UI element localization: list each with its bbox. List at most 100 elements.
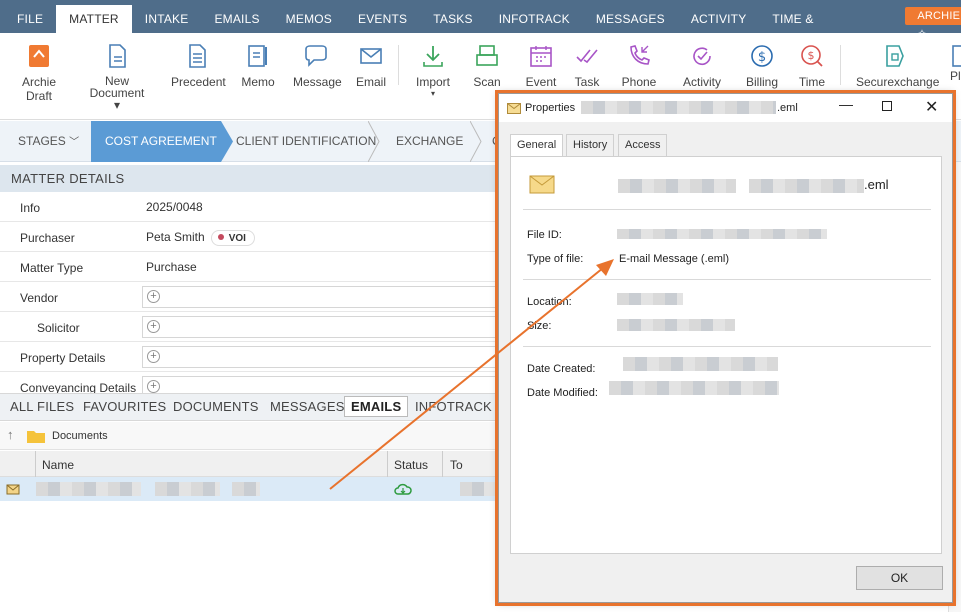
memo-button[interactable]: Memo bbox=[240, 43, 276, 89]
menu-activity[interactable]: ACTIVITY bbox=[678, 0, 760, 33]
info-row: Info 2025/0048 bbox=[0, 192, 500, 222]
vendor-field[interactable]: + bbox=[142, 286, 502, 308]
folder-icon bbox=[27, 431, 45, 443]
tab-history[interactable]: History bbox=[566, 134, 615, 156]
securexchange-icon bbox=[886, 45, 904, 67]
billing-button[interactable]: $ Billing bbox=[746, 43, 778, 89]
dialog-titlebar: Properties .eml — ✕ bbox=[499, 94, 952, 122]
time-money-icon: $ bbox=[801, 45, 823, 67]
menu-matter[interactable]: MATTER bbox=[56, 5, 132, 33]
menu-emails[interactable]: EMAILS bbox=[201, 0, 272, 33]
maximize-icon[interactable] bbox=[882, 101, 892, 111]
menu-messages[interactable]: MESSAGES bbox=[583, 0, 678, 33]
ribbon-separator bbox=[398, 45, 399, 85]
table-row[interactable] bbox=[0, 477, 500, 501]
calendar-icon bbox=[530, 46, 552, 67]
time-button[interactable]: $ Time bbox=[798, 43, 826, 89]
email-message-icon bbox=[529, 175, 555, 194]
ribbon-overflow-button[interactable]: Pl bbox=[950, 43, 961, 83]
redacted-file-id bbox=[617, 229, 827, 239]
menu-tasks[interactable]: TASKS bbox=[420, 0, 485, 33]
add-icon[interactable]: + bbox=[147, 380, 160, 393]
menu-events[interactable]: EVENTS bbox=[345, 0, 420, 33]
conveyancing-details-field[interactable]: + bbox=[142, 376, 500, 393]
scan-icon bbox=[476, 45, 498, 66]
column-divider bbox=[442, 451, 443, 477]
solicitor-field[interactable]: + bbox=[142, 316, 502, 338]
archie-button[interactable]: ARCHIE ✧ bbox=[905, 7, 961, 40]
matter-type-row: Matter Type Purchase bbox=[0, 252, 500, 282]
phone-button[interactable]: Phone bbox=[620, 43, 658, 89]
ok-button[interactable]: OK bbox=[856, 566, 943, 590]
file-tabs: ALL FILES FAVOURITES DOCUMENTS MESSAGES … bbox=[0, 393, 500, 421]
add-icon[interactable]: + bbox=[147, 350, 160, 363]
stage-cost-agreement[interactable]: COST AGREEMENT bbox=[91, 121, 221, 162]
import-button[interactable]: Import ▾ bbox=[414, 43, 452, 99]
tab-documents[interactable]: DOCUMENTS bbox=[173, 399, 259, 414]
column-name[interactable]: Name bbox=[42, 458, 74, 472]
stages-dropdown[interactable]: STAGES ﹀ bbox=[18, 121, 79, 162]
menu-file[interactable]: FILE bbox=[4, 0, 56, 33]
new-document-icon bbox=[109, 44, 126, 68]
tab-messages[interactable]: MESSAGES bbox=[270, 399, 345, 414]
stage-client-identification[interactable]: CLIENT IDENTIFICATION bbox=[236, 121, 376, 162]
precedent-button[interactable]: Precedent bbox=[171, 43, 226, 89]
column-to[interactable]: To bbox=[450, 458, 463, 472]
import-icon bbox=[423, 46, 443, 67]
menu-time-disbursements[interactable]: TIME & DISBURSEMENTS bbox=[759, 0, 891, 64]
properties-dialog: Properties .eml — ✕ General History Acce… bbox=[495, 90, 956, 606]
archie-draft-button[interactable]: Archie Draft bbox=[20, 43, 58, 103]
menu-infotrack[interactable]: INFOTRACK bbox=[486, 0, 583, 33]
tab-emails[interactable]: EMAILS bbox=[344, 396, 409, 417]
email-icon bbox=[360, 48, 382, 64]
divider bbox=[523, 346, 931, 347]
scan-button[interactable]: Scan bbox=[472, 43, 502, 89]
matter-details-heading: MATTER DETAILS bbox=[0, 165, 500, 192]
voi-badge[interactable]: VOI bbox=[210, 230, 255, 246]
add-icon[interactable]: + bbox=[147, 320, 160, 333]
securexchange-button[interactable]: Securexchange bbox=[856, 43, 939, 89]
property-details-field[interactable]: + bbox=[142, 346, 502, 368]
stage-exchange[interactable]: EXCHANGE bbox=[396, 121, 463, 162]
new-document-button[interactable]: New Document ▾ bbox=[86, 43, 148, 111]
tab-infotrack[interactable]: INFOTRACK bbox=[415, 399, 492, 414]
up-arrow-icon[interactable]: ↑ bbox=[7, 427, 14, 442]
redacted-title bbox=[581, 101, 776, 114]
menu-memos[interactable]: MEMOS bbox=[273, 0, 345, 33]
status-dot bbox=[217, 234, 224, 240]
minimize-icon[interactable]: — bbox=[839, 96, 853, 112]
email-button[interactable]: Email bbox=[355, 43, 387, 89]
purchaser-value[interactable]: Peta Smith VOI bbox=[146, 230, 255, 246]
task-button[interactable]: Task bbox=[573, 43, 601, 89]
column-status[interactable]: Status bbox=[394, 458, 428, 472]
close-icon[interactable]: ✕ bbox=[925, 97, 938, 117]
tab-general[interactable]: General bbox=[510, 134, 564, 157]
envelope-icon bbox=[507, 103, 521, 114]
stage-chevron bbox=[368, 121, 380, 162]
import-dropdown-icon[interactable]: ▾ bbox=[414, 89, 452, 99]
phone-icon bbox=[630, 45, 650, 65]
tab-all-files[interactable]: ALL FILES bbox=[10, 399, 74, 414]
event-button[interactable]: Event bbox=[524, 43, 558, 89]
vendor-row: Vendor + bbox=[0, 282, 502, 312]
conveyancing-details-row: Conveyancing Details + bbox=[0, 372, 500, 393]
message-button[interactable]: Message bbox=[293, 43, 342, 89]
redacted-file-name bbox=[618, 179, 736, 193]
tab-favourites[interactable]: FAVOURITES bbox=[83, 399, 166, 414]
dialog-title: Properties bbox=[525, 102, 576, 114]
menu-intake[interactable]: INTAKE bbox=[132, 0, 202, 33]
svg-text:$: $ bbox=[808, 49, 815, 62]
redacted-date-modified bbox=[609, 381, 779, 395]
column-divider bbox=[387, 451, 388, 477]
add-icon[interactable]: + bbox=[147, 290, 160, 303]
divider bbox=[523, 209, 931, 210]
redacted-recipient bbox=[460, 482, 498, 496]
file-list-header: Name Status To bbox=[0, 451, 500, 477]
tab-access[interactable]: Access bbox=[618, 134, 668, 156]
redacted-file-name bbox=[232, 482, 260, 496]
activity-button[interactable]: Activity bbox=[682, 43, 722, 89]
general-panel: .eml File ID: Type of file: E-mail Messa… bbox=[510, 156, 942, 554]
precedent-icon bbox=[189, 44, 206, 68]
email-file-icon bbox=[6, 484, 20, 495]
dollar-icon: $ bbox=[751, 45, 773, 67]
